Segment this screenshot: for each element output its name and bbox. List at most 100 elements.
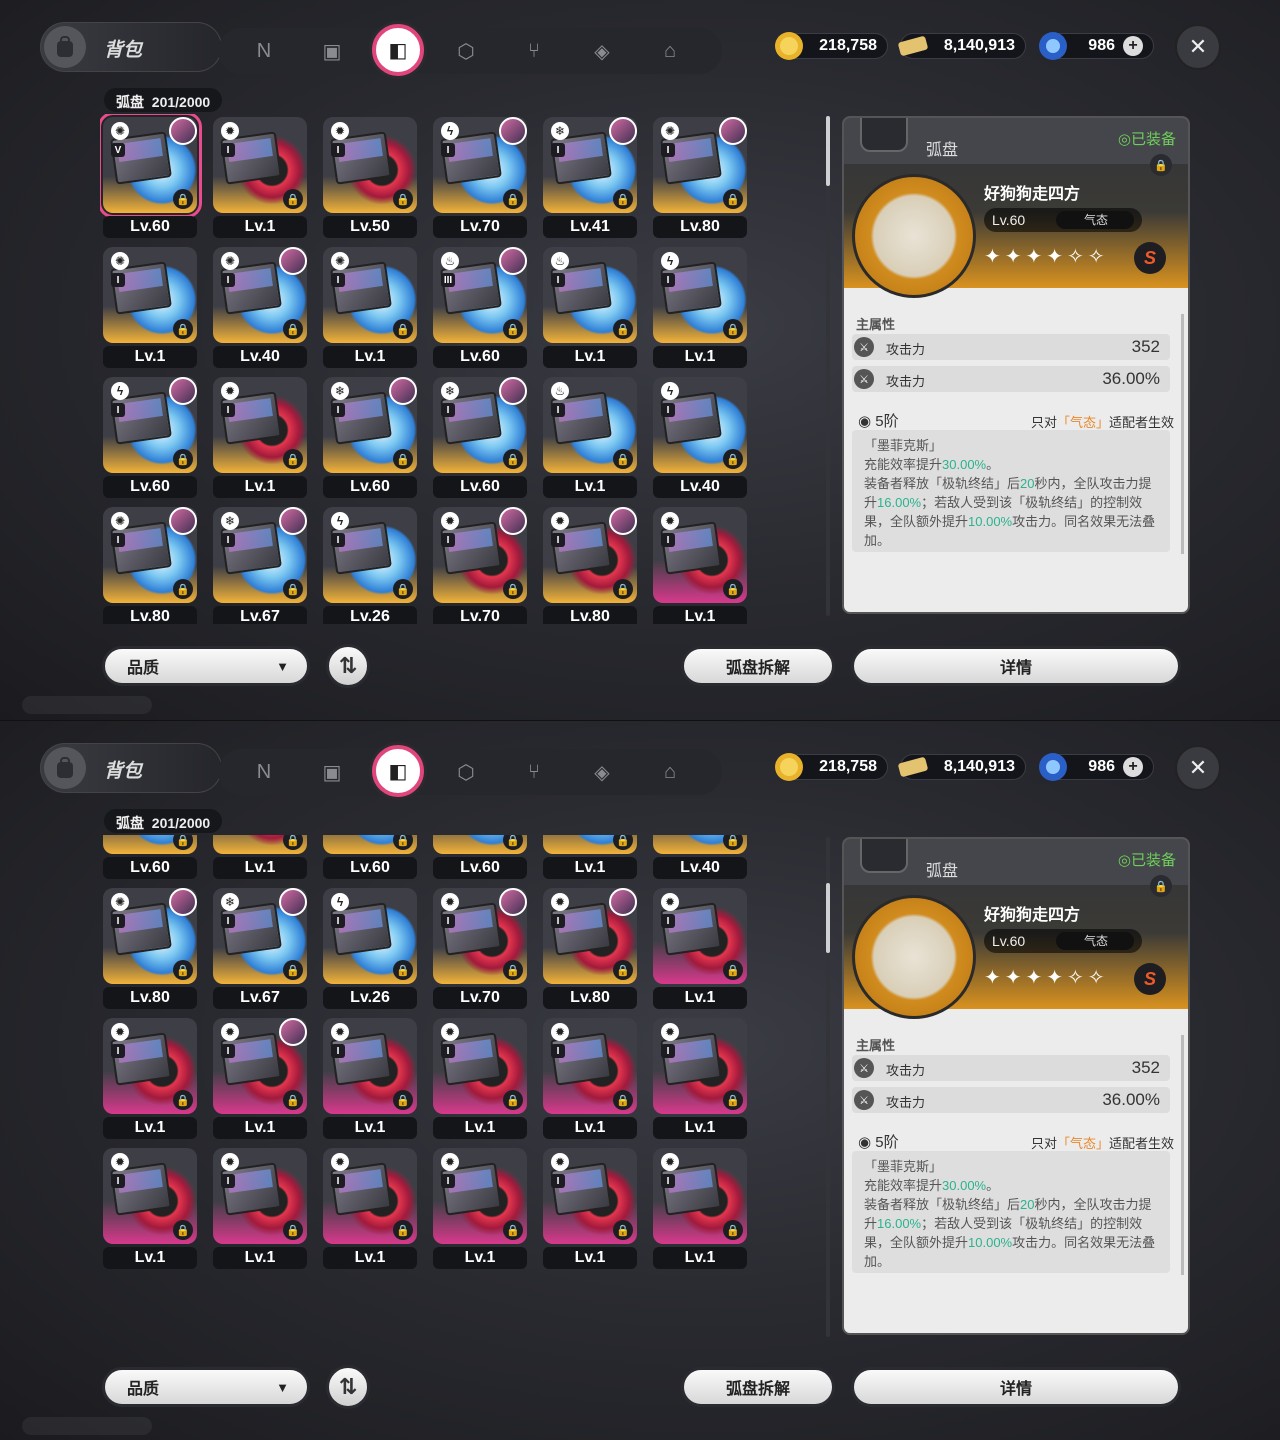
lock-icon[interactable]: 🔒 [503,835,523,850]
lock-icon[interactable]: 🔒 [283,835,303,850]
disc-card[interactable]: ✺ I 🔒 Lv.1 [100,244,200,372]
grid-scroll-thumb[interactable] [826,883,830,953]
lock-icon[interactable]: 🔒 [283,960,303,980]
disc-card[interactable]: ✺ V 🔒 Lv.60 [100,114,202,242]
grid-scroll-thumb[interactable] [826,116,830,186]
lock-icon[interactable]: 🔒 [1150,875,1172,897]
disc-card[interactable]: ϟ I 🔒 Lv.40 [650,374,750,502]
lock-icon[interactable]: 🔒 [503,960,523,980]
lock-icon[interactable]: 🔒 [393,189,413,209]
lock-icon[interactable]: 🔒 [173,579,193,599]
dismantle-button[interactable]: 弧盘拆解 [681,1367,835,1407]
lock-icon[interactable]: 🔒 [503,449,523,469]
lock-icon[interactable]: 🔒 [393,1090,413,1110]
details-button[interactable]: 详情 [851,1367,1181,1407]
lock-icon[interactable]: 🔒 [723,835,743,850]
lock-icon[interactable]: 🔒 [393,579,413,599]
lock-icon[interactable]: 🔒 [1150,154,1172,176]
tab-home-icon[interactable]: ⌂ [650,31,690,71]
disc-card[interactable]: ✹ I 🔒 Lv.1 [210,1145,310,1273]
lock-icon[interactable]: 🔒 [393,1220,413,1240]
lock-icon[interactable]: 🔒 [723,1220,743,1240]
disc-card[interactable]: ✹ I 🔒 Lv.70 [430,885,530,1013]
disc-card[interactable]: ✺ I 🔒 Lv.80 [100,504,200,624]
close-button[interactable]: ✕ [1175,24,1221,70]
lock-icon[interactable]: 🔒 [393,319,413,339]
lock-icon[interactable]: 🔒 [613,835,633,850]
lock-icon[interactable]: 🔒 [613,319,633,339]
disc-card[interactable]: ϟ I 🔒 Lv.60 [100,835,200,883]
disc-card[interactable]: ✹ I 🔒 Lv.1 [430,1145,530,1273]
sort-toggle-button[interactable]: ⇅ [326,1365,370,1409]
detail-scrollbar[interactable] [1181,1035,1184,1275]
disc-card[interactable]: ϟ I 🔒 Lv.26 [320,504,420,624]
tab-network-icon[interactable]: Ν [244,31,284,71]
lock-icon[interactable]: 🔒 [613,960,633,980]
disc-card[interactable]: ❄ I 🔒 Lv.60 [320,835,420,883]
tab-network-icon[interactable]: Ν [244,752,284,792]
tab-cutlery-icon[interactable]: ⑂ [514,31,554,71]
disc-card[interactable]: ❄ I 🔒 Lv.41 [540,114,640,242]
disc-card[interactable]: ✹ I 🔒 Lv.1 [320,1145,420,1273]
close-button[interactable]: ✕ [1175,745,1221,791]
lock-icon[interactable]: 🔒 [283,1090,303,1110]
disc-card[interactable]: ✹ I 🔒 Lv.1 [320,1015,420,1143]
disc-card[interactable]: ✹ I 🔒 Lv.1 [650,1015,750,1143]
disc-card[interactable]: ♨ I 🔒 Lv.1 [540,244,640,372]
tab-cube-icon[interactable]: ⬡ [446,752,486,792]
tab-disc-icon[interactable]: ◧ [372,745,424,797]
lock-icon[interactable]: 🔒 [503,1220,523,1240]
lock-icon[interactable]: 🔒 [173,1090,193,1110]
lock-icon[interactable]: 🔒 [723,449,743,469]
grid-scrollbar[interactable] [826,116,830,616]
disc-card[interactable]: ϟ I 🔒 Lv.60 [100,374,200,502]
lock-icon[interactable]: 🔒 [723,579,743,599]
tab-gameboy-icon[interactable]: ▣ [312,752,352,792]
lock-icon[interactable]: 🔒 [503,1090,523,1110]
sort-toggle-button[interactable]: ⇅ [326,644,370,688]
disc-card[interactable]: ✹ I 🔒 Lv.1 [650,504,750,624]
lock-icon[interactable]: 🔒 [613,449,633,469]
add-polychrome-button[interactable]: + [1123,36,1143,56]
tab-bangboo-icon[interactable]: ◈ [582,31,622,71]
lock-icon[interactable]: 🔒 [723,189,743,209]
lock-icon[interactable]: 🔒 [503,579,523,599]
disc-card[interactable]: ✹ I 🔒 Lv.1 [210,1015,310,1143]
tab-cutlery-icon[interactable]: ⑂ [514,752,554,792]
disc-card[interactable]: ✹ I 🔒 Lv.70 [430,504,530,624]
lock-icon[interactable]: 🔒 [503,319,523,339]
lock-icon[interactable]: 🔒 [723,960,743,980]
quality-filter-dropdown[interactable]: 品质 ▼ [102,646,310,686]
detail-scrollbar[interactable] [1181,314,1184,554]
disc-card[interactable]: ✺ I 🔒 Lv.80 [650,114,750,242]
disc-card[interactable]: ✹ I 🔒 Lv.1 [210,835,310,883]
disc-card[interactable]: ❄ I 🔒 Lv.60 [430,374,530,502]
lock-icon[interactable]: 🔒 [723,319,743,339]
disc-card[interactable]: ✹ I 🔒 Lv.1 [210,114,310,242]
disc-card[interactable]: ϟ I 🔒 Lv.26 [320,885,420,1013]
disc-card[interactable]: ❄ I 🔒 Lv.67 [210,885,310,1013]
lock-icon[interactable]: 🔒 [173,1220,193,1240]
disc-card[interactable]: ♨ I 🔒 Lv.1 [540,374,640,502]
disc-card[interactable]: ✹ I 🔒 Lv.1 [100,1145,200,1273]
disc-card[interactable]: ✹ I 🔒 Lv.80 [540,504,640,624]
lock-icon[interactable]: 🔒 [393,449,413,469]
lock-icon[interactable]: 🔒 [283,1220,303,1240]
disc-card[interactable]: ✹ I 🔒 Lv.50 [320,114,420,242]
disc-card[interactable]: ✹ I 🔒 Lv.1 [210,374,310,502]
tab-home-icon[interactable]: ⌂ [650,752,690,792]
disc-card[interactable]: ❄ I 🔒 Lv.60 [320,374,420,502]
lock-icon[interactable]: 🔒 [723,1090,743,1110]
quality-filter-dropdown[interactable]: 品质 ▼ [102,1367,310,1407]
disc-card[interactable]: ✹ I 🔒 Lv.1 [650,885,750,1013]
disc-card[interactable]: ϟ I 🔒 Lv.70 [430,114,530,242]
lock-icon[interactable]: 🔒 [283,449,303,469]
disc-card[interactable]: ✹ I 🔒 Lv.1 [430,1015,530,1143]
disc-card[interactable]: ♨ III 🔒 Lv.60 [430,244,530,372]
lock-icon[interactable]: 🔒 [173,449,193,469]
details-button[interactable]: 详情 [851,646,1181,686]
disc-card[interactable]: ✺ I 🔒 Lv.1 [320,244,420,372]
disc-card[interactable]: ✹ I 🔒 Lv.1 [100,1015,200,1143]
disc-card[interactable]: ✹ I 🔒 Lv.1 [650,1145,750,1273]
lock-icon[interactable]: 🔒 [613,1090,633,1110]
